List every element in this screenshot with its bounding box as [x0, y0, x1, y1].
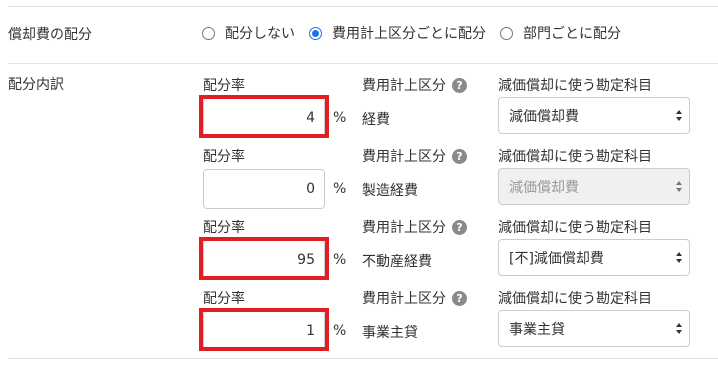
depreciation-account-select[interactable]: 減価償却費 — [498, 97, 690, 134]
bottom-divider — [8, 358, 718, 359]
expense-category-header: 費用計上区分 ? — [362, 75, 467, 95]
help-icon[interactable]: ? — [452, 290, 467, 306]
allocation-rate-label: 配分率 — [203, 149, 245, 165]
radio-by-expense-category[interactable]: 費用計上区分ごとに配分 — [309, 23, 486, 43]
expense-category-value: 事業主貸 — [362, 325, 418, 341]
allocation-rate-input[interactable]: 0 — [203, 169, 325, 209]
depreciation-account-select: 減価償却費 — [498, 168, 690, 205]
radio-label: 配分しない — [225, 26, 295, 42]
expense-category-label: 費用計上区分 — [362, 78, 446, 94]
allocation-rate-label: 配分率 — [203, 291, 245, 307]
allocation-rate-label: 配分率 — [203, 220, 245, 236]
highlight-box — [199, 95, 329, 138]
percent-sign: % — [333, 252, 347, 268]
allocation-row-manufacturing: 配分率 0 % 費用計上区分 ? 製造経費 減価償却に使う勘定科目 減価償却費 — [0, 146, 718, 218]
help-icon[interactable]: ? — [452, 148, 467, 164]
percent-sign: % — [333, 323, 347, 339]
depreciation-account-label: 減価償却に使う勘定科目 — [498, 149, 652, 165]
expense-category-header: 費用計上区分 ? — [362, 288, 467, 308]
help-icon[interactable]: ? — [452, 219, 467, 235]
select-arrows-icon — [675, 180, 683, 194]
radio-button-icon[interactable] — [202, 26, 215, 40]
depreciation-account-selected: 事業主貸 — [509, 321, 565, 338]
depreciation-account-label: 減価償却に使う勘定科目 — [498, 220, 652, 236]
section-divider — [8, 63, 718, 64]
depreciation-account-select[interactable]: [不]減価償却費 — [498, 239, 690, 276]
expense-category-label: 費用計上区分 — [362, 291, 446, 307]
select-arrows-icon — [675, 251, 683, 265]
allocation-row-real-estate: 配分率 95 % 費用計上区分 ? 不動産経費 減価償却に使う勘定科目 [不]減… — [0, 217, 718, 289]
radio-button-icon[interactable] — [500, 26, 513, 40]
radio-by-department[interactable]: 部門ごとに配分 — [500, 23, 621, 43]
radio-button-checked-icon[interactable] — [309, 26, 322, 40]
depreciation-account-label: 減価償却に使う勘定科目 — [498, 78, 652, 94]
select-arrows-icon — [675, 322, 683, 336]
top-divider — [8, 6, 718, 7]
highlight-box — [199, 308, 329, 351]
expense-category-value: 経費 — [362, 112, 390, 128]
allocation-row-expenses: 配分率 4 % 費用計上区分 ? 経費 減価償却に使う勘定科目 減価償却費 — [0, 75, 718, 147]
expense-category-value: 製造経費 — [362, 183, 418, 199]
help-icon[interactable]: ? — [452, 77, 467, 93]
expense-category-label: 費用計上区分 — [362, 220, 446, 236]
radio-label: 費用計上区分ごとに配分 — [332, 26, 486, 42]
depreciation-account-selected: 減価償却費 — [509, 108, 579, 125]
depreciation-account-label: 減価償却に使う勘定科目 — [498, 291, 652, 307]
expense-category-header: 費用計上区分 ? — [362, 217, 467, 237]
select-arrows-icon — [675, 109, 683, 123]
depreciation-account-select[interactable]: 事業主貸 — [498, 310, 690, 347]
allocation-rate-value: 0 — [306, 181, 315, 197]
radio-label: 部門ごとに配分 — [523, 26, 621, 42]
percent-sign: % — [333, 110, 347, 126]
depreciation-allocation-radio-group: 配分しない 費用計上区分ごとに配分 部門ごとに配分 — [202, 24, 635, 42]
allocation-row-owner-draw: 配分率 1 % 費用計上区分 ? 事業主貸 減価償却に使う勘定科目 事業主貸 — [0, 288, 718, 360]
percent-sign: % — [333, 181, 347, 197]
radio-no-allocation[interactable]: 配分しない — [202, 23, 295, 43]
expense-category-label: 費用計上区分 — [362, 149, 446, 165]
highlight-box — [199, 237, 329, 280]
depreciation-account-selected: [不]減価償却費 — [509, 250, 604, 267]
expense-category-value: 不動産経費 — [362, 254, 432, 270]
allocation-rate-label: 配分率 — [203, 78, 245, 94]
expense-category-header: 費用計上区分 ? — [362, 146, 467, 166]
depreciation-allocation-label: 償却費の配分 — [8, 27, 92, 43]
depreciation-account-selected: 減価償却費 — [509, 179, 579, 196]
